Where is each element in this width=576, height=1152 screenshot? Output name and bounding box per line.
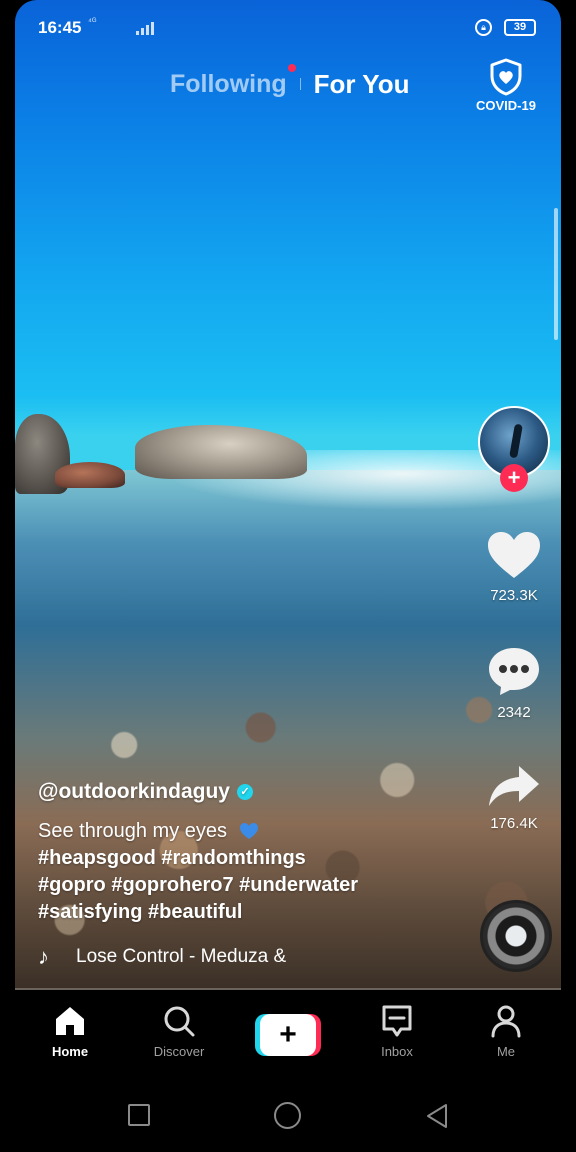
nav-discover[interactable]: Discover: [139, 1004, 219, 1059]
tab-for-you[interactable]: For You: [314, 69, 410, 100]
caption-text: See through my eyes: [38, 818, 458, 845]
like-count: 723.3K: [490, 587, 538, 604]
plus-icon: +: [260, 1014, 316, 1056]
tab-divider: [299, 78, 301, 90]
blue-heart-icon: [239, 823, 258, 839]
nav-me-label: Me: [496, 1044, 516, 1059]
signal-icon: [136, 22, 154, 35]
home-icon: [56, 1007, 84, 1035]
home-circle-icon[interactable]: [274, 1102, 301, 1129]
follow-plus-icon[interactable]: +: [500, 464, 528, 492]
back-triangle-icon[interactable]: [424, 1102, 450, 1130]
lock-icon: 🔒︎: [475, 19, 492, 36]
video-rock: [135, 425, 307, 479]
covid-label: COVID-19: [476, 98, 536, 113]
android-navigation-bar: [0, 1080, 576, 1152]
feed-scroll-indicator: [554, 208, 558, 340]
battery-indicator: 39: [504, 19, 536, 36]
comment-count: 2342: [497, 704, 531, 721]
network-type: ⁴ᴳ: [88, 16, 97, 26]
music-title[interactable]: Lose Control - Meduza &: [76, 946, 286, 968]
shield-icon: [490, 58, 522, 96]
heart-icon: [488, 532, 540, 578]
status-bar: 16:45 ⁴ᴳ 🔒︎ 39: [38, 16, 536, 42]
nav-me[interactable]: Me: [466, 1004, 546, 1059]
hashtags-line[interactable]: #satisfying #beautiful: [38, 899, 458, 926]
hashtags-line[interactable]: #gopro #goprohero7 #underwater: [38, 872, 458, 899]
bottom-navigation: Home Discover + Inbox Me: [15, 990, 561, 1072]
nav-home[interactable]: Home: [30, 1004, 110, 1059]
music-info[interactable]: ♪ Lose Control - Meduza &: [38, 944, 286, 970]
nav-home-label: Home: [51, 1044, 89, 1059]
feed-tabs: Following For You: [170, 64, 410, 100]
video-caption: @outdoorkindaguy ✓ See through my eyes #…: [38, 780, 458, 926]
caption-description: See through my eyes: [38, 820, 227, 842]
nav-inbox[interactable]: Inbox: [357, 1004, 437, 1059]
comment-button[interactable]: 2342: [480, 645, 548, 721]
recent-apps-icon[interactable]: [128, 1104, 150, 1126]
share-button[interactable]: 176.4K: [480, 764, 548, 832]
creator-avatar-group[interactable]: +: [478, 406, 550, 492]
profile-icon: [491, 1005, 521, 1038]
inbox-icon: [382, 1005, 412, 1037]
search-icon: [164, 1006, 195, 1037]
share-arrow-icon: [489, 766, 539, 806]
music-note-icon: ♪: [38, 944, 49, 969]
creator-username[interactable]: @outdoorkindaguy: [38, 780, 230, 804]
video-rock: [55, 462, 125, 488]
music-disc[interactable]: [480, 900, 552, 972]
creator-username-row[interactable]: @outdoorkindaguy ✓: [38, 780, 458, 804]
like-button[interactable]: 723.3K: [480, 530, 548, 604]
verified-badge-icon: ✓: [236, 784, 253, 800]
share-count: 176.4K: [490, 815, 538, 832]
comment-icon: [489, 648, 539, 695]
create-video-button[interactable]: +: [255, 1014, 321, 1056]
new-content-dot: [288, 64, 296, 72]
nav-discover-label: Discover: [153, 1044, 205, 1059]
app-screen: 16:45 ⁴ᴳ 🔒︎ 39 Following For You COVID-1…: [0, 0, 576, 1152]
nav-inbox-label: Inbox: [381, 1044, 413, 1059]
covid-button[interactable]: COVID-19: [470, 58, 542, 113]
status-time: 16:45: [38, 18, 82, 37]
hashtags-line[interactable]: #heapsgood #randomthings: [38, 845, 458, 872]
tab-following[interactable]: Following: [170, 70, 287, 99]
